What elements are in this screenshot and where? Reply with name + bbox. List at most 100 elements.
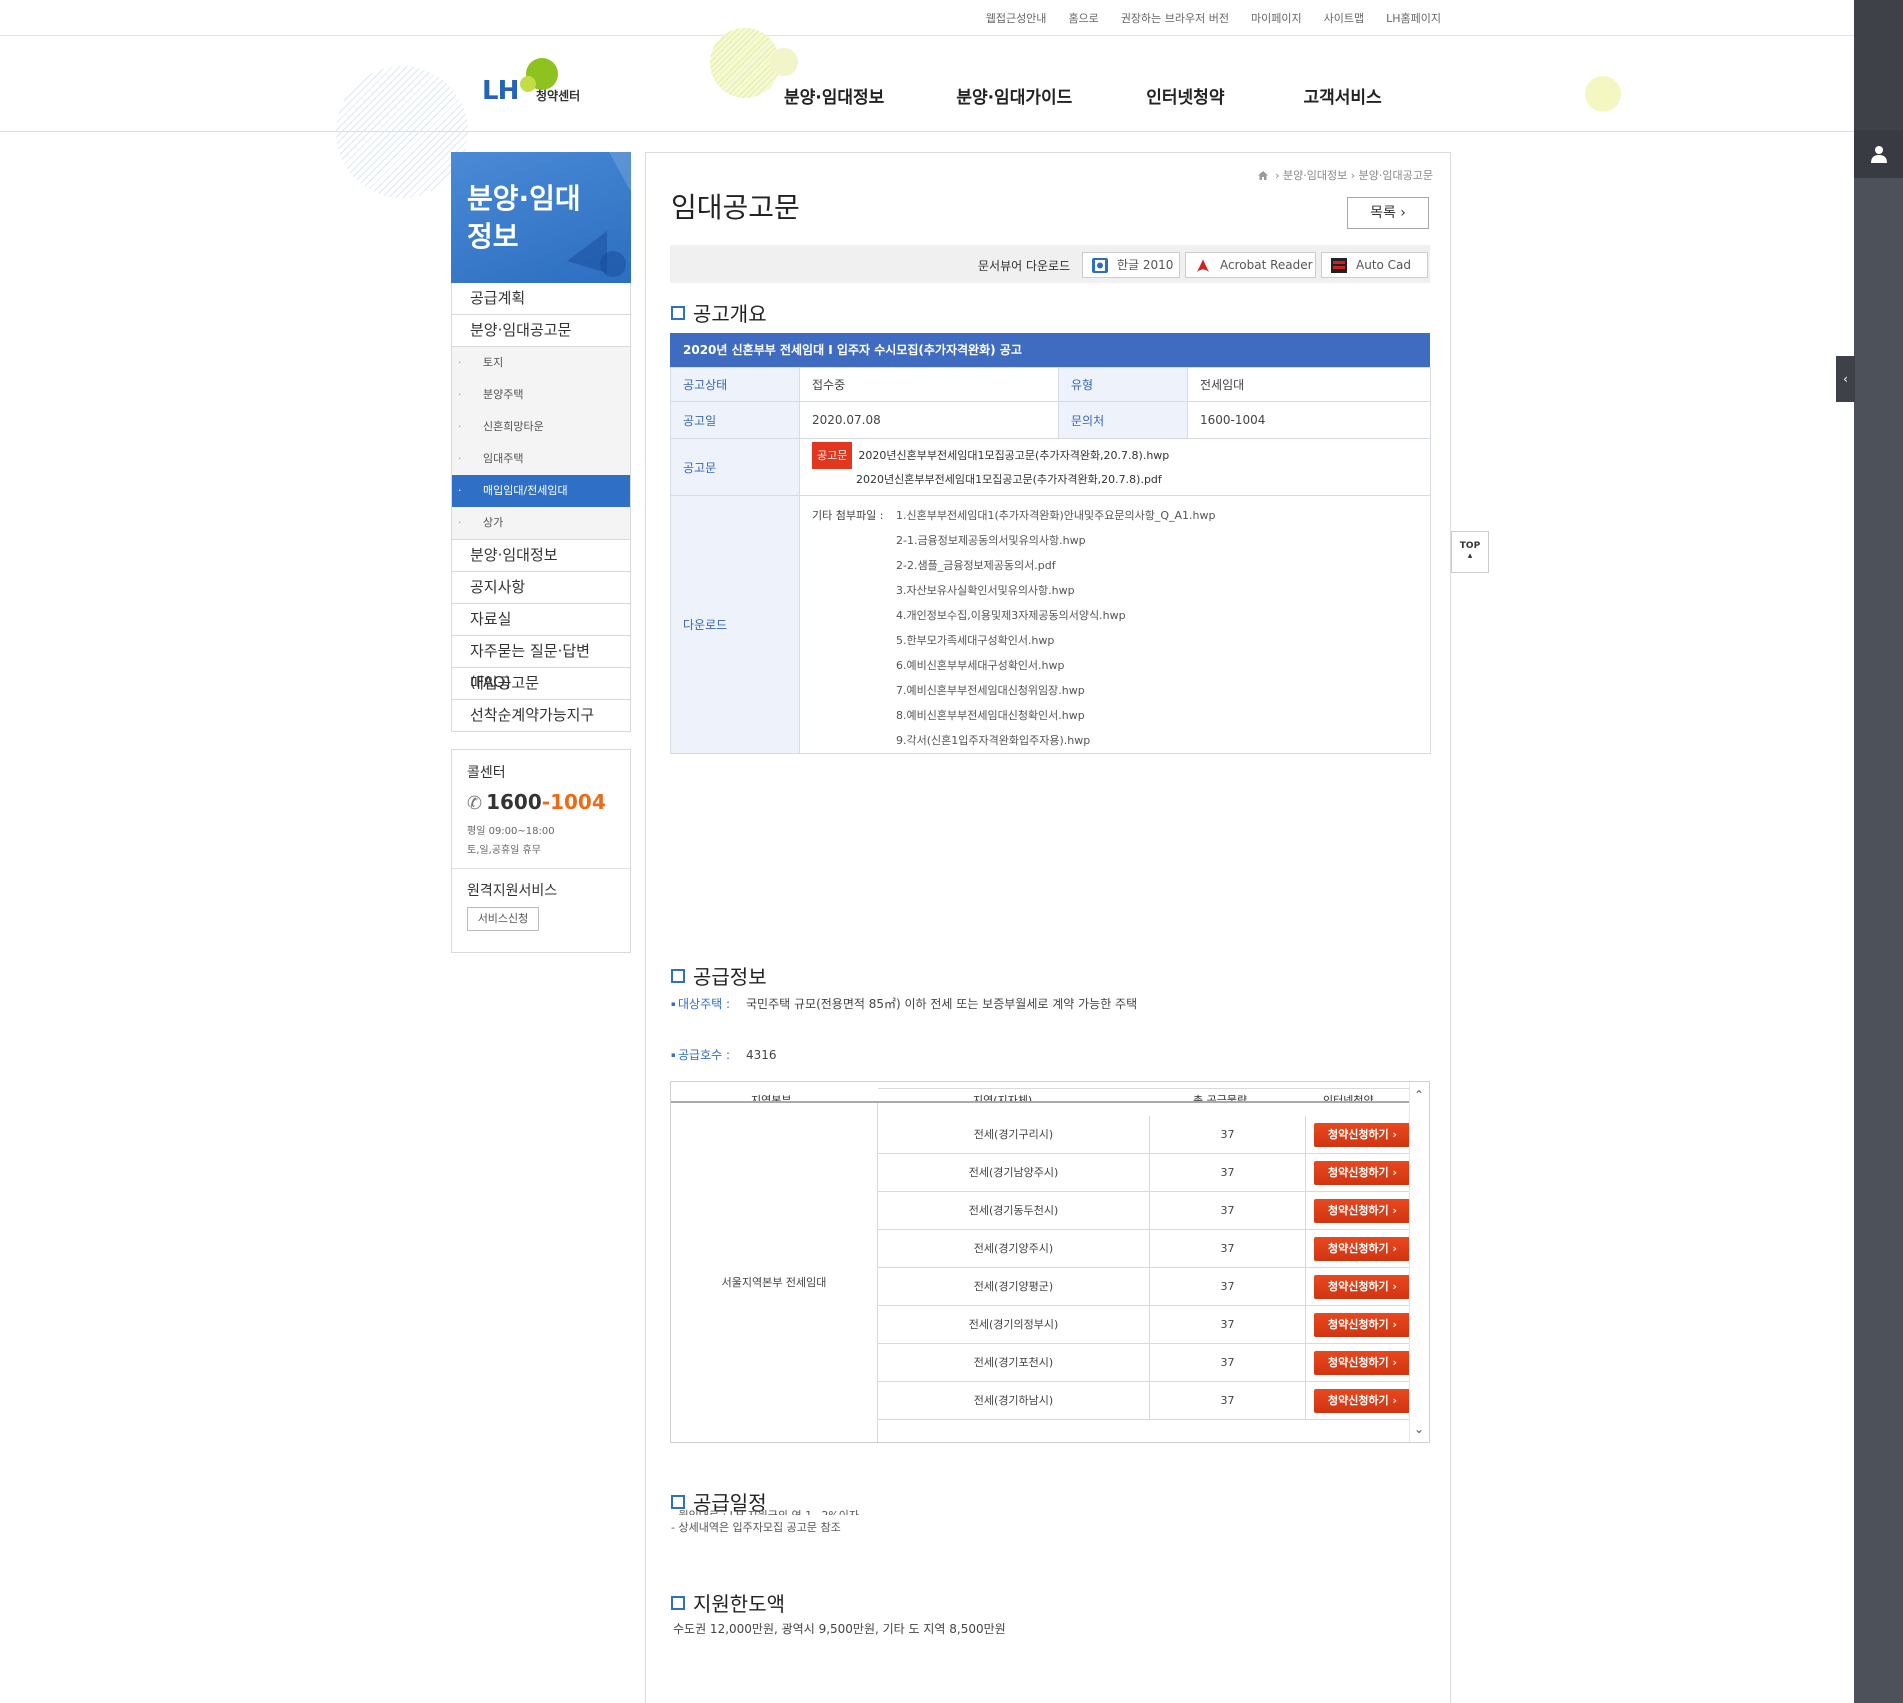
callcenter-hours-weekend: 토,일,공휴일 휴무: [467, 845, 541, 856]
utility-bar: 웹접근성안내 홈으로 권장하는 브라우저 버전 마이페이지 사이트맵 LH홈페이지: [0, 0, 1854, 36]
region-name: 전세(경기하남시): [878, 1382, 1150, 1419]
side-nav-item[interactable]: 공지사항: [451, 572, 631, 604]
autocad-button[interactable]: Auto Cad: [1321, 252, 1428, 278]
attachment-link[interactable]: 6.예비신혼부부세대구성확인서.hwp: [896, 659, 1065, 672]
apply-button[interactable]: 청약신청하기 ›: [1314, 1275, 1411, 1299]
utility-link[interactable]: 웹접근성안내: [986, 10, 1047, 26]
attachment-link[interactable]: 7.예비신혼부부전세임대신청위임장.hwp: [896, 684, 1085, 697]
side-nav-item[interactable]: 공급계획: [451, 283, 631, 315]
doc-file-link[interactable]: 2020년신혼부부전세임대1모집공고문(추가자격완화,20.7.8).pdf: [856, 473, 1162, 486]
side-subnav-item[interactable]: 상가: [452, 507, 630, 539]
apply-button[interactable]: 청약신청하기 ›: [1314, 1313, 1411, 1337]
global-nav: 분양·임대정보 분양·임대가이드 인터넷청약 고객서비스: [784, 83, 1454, 108]
supply-count: 37: [1150, 1344, 1306, 1381]
side-subnav-item[interactable]: 신혼희망타운: [452, 411, 630, 443]
supply-count: 37: [1150, 1154, 1306, 1191]
utility-link[interactable]: 마이페이지: [1251, 10, 1302, 26]
right-quick-bar: [1854, 0, 1903, 1703]
region-name: 전세(경기구리시): [878, 1116, 1150, 1153]
table-row: 전세(경기의정부시) 37 청약신청하기 ›: [878, 1306, 1411, 1344]
doc-files: 공고문 2020년신혼부부전세임대1모집공고문(추가자격완화,20.7.8).hw…: [799, 438, 1431, 496]
side-subnav-item[interactable]: 임대주택: [452, 443, 630, 475]
supply-count: 37: [1150, 1382, 1306, 1419]
supply-count: 37: [1150, 1268, 1306, 1305]
remote-support-button[interactable]: 서비스신청: [467, 907, 539, 931]
attachment-link[interactable]: 2-2.샘플_금융정보제공동의서.pdf: [896, 559, 1056, 572]
side-subnav-item[interactable]: 토지: [452, 347, 630, 379]
gnb-item[interactable]: 분양·임대정보: [784, 83, 884, 108]
type-label: 유형: [1058, 367, 1188, 402]
overview-heading: 공고개요: [671, 298, 767, 327]
side-nav-item[interactable]: 선착순계약가능지구: [451, 700, 631, 732]
side-nav-item[interactable]: 분양·임대공고문: [451, 315, 631, 347]
supply-heading: 공급정보: [671, 961, 767, 990]
remote-support-title: 원격지원서비스: [467, 883, 558, 899]
gnb-item[interactable]: 인터넷청약: [1146, 83, 1224, 108]
utility-link[interactable]: 권장하는 브라우저 버전: [1121, 10, 1229, 26]
apply-button[interactable]: 청약신청하기 ›: [1314, 1161, 1411, 1185]
hangul-viewer-button[interactable]: 한글 2010: [1082, 252, 1180, 278]
doc-viewer-bar: 문서뷰어 다운로드 한글 2010 Acrobat Reader Auto Ca…: [670, 245, 1430, 283]
breadcrumb: › 분양·임대정보 › 분양·임대공고문: [1257, 167, 1433, 183]
gnb-item[interactable]: 분양·임대가이드: [956, 83, 1072, 108]
supply-count: 37: [1150, 1230, 1306, 1267]
user-button[interactable]: [1854, 130, 1903, 178]
home-icon[interactable]: [1257, 171, 1268, 180]
side-subnav-item[interactable]: 분양주택: [452, 379, 630, 411]
side-subnav-item[interactable]: 매입임대/전세임대: [452, 475, 630, 507]
content-area: › 분양·임대정보 › 분양·임대공고문 임대공고문 목록 › 문서뷰어 다운로…: [645, 152, 1451, 1703]
page: 웹접근성안내 홈으로 권장하는 브라우저 버전 마이페이지 사이트맵 LH홈페이지 LH …: [0, 0, 1903, 1703]
table-row: 전세(경기양평군) 37 청약신청하기 ›: [878, 1268, 1411, 1306]
attachment-link[interactable]: 5.한부모가족세대구성확인서.hwp: [896, 634, 1054, 647]
attachment-link[interactable]: 3.자산보유사실확인서및유의사항.hwp: [896, 584, 1075, 597]
logo-brand: LH: [482, 76, 519, 106]
attachment-link[interactable]: 8.예비신혼부부전세임대신청확인서.hwp: [896, 709, 1085, 722]
side-nav-item[interactable]: 분양·임대정보: [451, 540, 631, 572]
logo-subtitle: 청약센터: [536, 89, 581, 103]
apply-button[interactable]: 청약신청하기 ›: [1314, 1123, 1411, 1147]
page-title: 임대공고문: [671, 191, 800, 224]
breadcrumb-item[interactable]: 분양·임대정보: [1283, 169, 1347, 182]
side-nav-item[interactable]: 자료실: [451, 604, 631, 636]
supply-count: 37: [1150, 1306, 1306, 1343]
attachment-link[interactable]: 1.신혼부부전세임대1(추가자격완화)안내및주요문의사항_Q_A1.hwp: [896, 509, 1215, 522]
table-row: 전세(경기동두천시) 37 청약신청하기 ›: [878, 1192, 1411, 1230]
side-nav-item[interactable]: 자주묻는 질문·답변(FAQ): [451, 636, 631, 691]
utility-link[interactable]: 홈으로: [1068, 10, 1098, 26]
supply-table: 지역본부 지역(지자체) 총 공급물량 인터넷청약 서울지역본부 전세임대 청약…: [670, 1081, 1430, 1443]
side-nav: 분양·임대정보 공급계획분양·임대공고문 토지분양주택신혼희망타운임대주택매입임…: [451, 152, 631, 732]
region-name: 전세(경기동두천시): [878, 1192, 1150, 1229]
contact-label: 문의처: [1058, 401, 1188, 439]
phone-icon: ✆: [467, 793, 483, 814]
side-nav-item[interactable]: 매입공고문: [451, 668, 631, 700]
attachment-link[interactable]: 9.각서(신혼1입주자격완화입주자용).hwp: [896, 734, 1090, 747]
doc-label: 공고문: [670, 438, 800, 496]
decorative-circle: [1585, 76, 1621, 112]
apply-button[interactable]: 청약신청하기 ›: [1314, 1351, 1411, 1375]
gnb-item[interactable]: 고객서비스: [1303, 83, 1381, 108]
attachment-row: 5.한부모가족세대구성확인서.hwp: [812, 628, 1430, 653]
attachment-link[interactable]: 4.개인정보수집,이용및제3자제공동의서양식.hwp: [896, 609, 1126, 622]
doc-file-link[interactable]: 2020년신혼부부전세임대1모집공고문(추가자격완화,20.7.8).hwp: [858, 449, 1169, 462]
apply-button[interactable]: 청약신청하기 ›: [1314, 1237, 1411, 1261]
acrobat-reader-button[interactable]: Acrobat Reader: [1185, 252, 1316, 278]
callcenter-title: 콜센터: [467, 765, 506, 781]
table-row: 전세(경기양주시) 37 청약신청하기 ›: [878, 1230, 1411, 1268]
apply-button[interactable]: 청약신청하기 ›: [1314, 1199, 1411, 1223]
scroll-up-icon[interactable]: ⌃: [1414, 1088, 1424, 1102]
region-name: 전세(경기포천시): [878, 1344, 1150, 1381]
top-button[interactable]: TOP ▴: [1451, 531, 1489, 573]
attachment-row: 6.예비신혼부부세대구성확인서.hwp: [812, 653, 1430, 678]
attachment-link[interactable]: 2-1.금융정보제공동의서및유의사항.hwp: [896, 534, 1086, 547]
apply-button[interactable]: 청약신청하기 ›: [1314, 1389, 1411, 1413]
list-button[interactable]: 목록 ›: [1347, 197, 1429, 229]
utility-link[interactable]: 사이트맵: [1324, 10, 1364, 26]
utility-link[interactable]: LH홈페이지: [1386, 10, 1441, 26]
scroll-down-icon[interactable]: ⌄: [1414, 1422, 1424, 1436]
breadcrumb-item[interactable]: 분양·임대공고문: [1359, 169, 1433, 182]
hangul-icon: [1092, 258, 1108, 273]
side-panel-toggle-icon[interactable]: ‹: [1836, 356, 1855, 402]
lh-logo[interactable]: LH 청약센터: [482, 54, 602, 106]
table-scrollbar[interactable]: ⌃ ⌄: [1409, 1082, 1429, 1442]
logo-mark-icon: [520, 76, 536, 92]
